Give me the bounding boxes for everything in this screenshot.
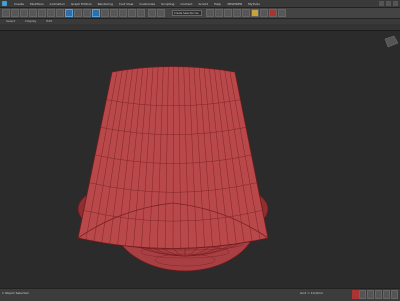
snap-toggle-icon[interactable] xyxy=(148,9,156,17)
close-icon[interactable] xyxy=(393,1,398,6)
schematic-view-icon[interactable] xyxy=(242,9,250,17)
align-icon[interactable] xyxy=(215,9,223,17)
link-icon[interactable] xyxy=(20,9,28,17)
window-crossing-icon[interactable] xyxy=(83,9,91,17)
grid-status: Grid = 10.0mm xyxy=(300,291,324,295)
mirror-icon[interactable] xyxy=(206,9,214,17)
named-selection-dropdown[interactable]: Create Selection Se xyxy=(172,10,202,16)
select-object-icon[interactable] xyxy=(56,9,64,17)
play-icon[interactable] xyxy=(375,290,382,299)
next-frame-icon[interactable] xyxy=(383,290,390,299)
menu-item-help[interactable]: Help xyxy=(214,2,221,6)
menu-item-arnold[interactable]: Arnold xyxy=(198,2,208,6)
render-setup-icon[interactable] xyxy=(260,9,268,17)
toolbar-snap-group xyxy=(148,9,165,17)
ribbon-panel xyxy=(0,24,400,31)
main-toolbar: Create Selection Se xyxy=(0,8,400,19)
reference-coord-icon[interactable] xyxy=(128,9,136,17)
menu-bar: Create Modifiers Animation Graph Editors Ren… xyxy=(0,0,400,8)
placement-icon[interactable] xyxy=(119,9,127,17)
toolbar-left-group xyxy=(2,9,145,17)
go-end-icon[interactable] xyxy=(391,290,398,299)
move-icon[interactable] xyxy=(92,9,100,17)
go-start-icon[interactable] xyxy=(359,290,366,299)
pivot-center-icon[interactable] xyxy=(137,9,145,17)
viewport-canvas xyxy=(77,35,399,272)
select-by-name-icon[interactable] xyxy=(65,9,73,17)
view-cube-icon[interactable] xyxy=(384,35,399,48)
menu-item-modifiers[interactable]: Modifiers xyxy=(30,2,44,6)
menu-items: Create Modifiers Animation Graph Editors Ren… xyxy=(14,0,260,7)
playback-controls xyxy=(359,290,398,299)
render-icon[interactable] xyxy=(278,9,286,17)
prev-frame-icon[interactable] xyxy=(367,290,374,299)
rotate-icon[interactable] xyxy=(101,9,109,17)
menu-item-rendering[interactable]: Rendering xyxy=(98,2,113,6)
lampshade-mesh xyxy=(77,66,269,251)
angle-snap-icon[interactable] xyxy=(157,9,165,17)
toolbar-right-group xyxy=(206,9,286,17)
redo-icon[interactable] xyxy=(11,9,19,17)
menu-item-mytools[interactable]: MyTools xyxy=(248,2,260,6)
perspective-viewport[interactable] xyxy=(0,31,400,288)
layer-explorer-icon[interactable] xyxy=(224,9,232,17)
maximize-icon[interactable] xyxy=(386,1,391,6)
window-controls xyxy=(379,1,398,6)
menu-item-graph-editors[interactable]: Graph Editors xyxy=(71,2,92,6)
menu-item-3dspider[interactable]: 3DSPIDER xyxy=(227,2,242,6)
select-filter-icon[interactable] xyxy=(47,9,55,17)
render-frame-icon[interactable] xyxy=(269,9,277,17)
menu-item-content[interactable]: Content xyxy=(180,2,192,6)
menu-item-civil-view[interactable]: Civil View xyxy=(119,2,133,6)
scale-icon[interactable] xyxy=(110,9,118,17)
menu-item-animation[interactable]: Animation xyxy=(50,2,65,6)
curve-editor-icon[interactable] xyxy=(233,9,241,17)
undo-icon[interactable] xyxy=(2,9,10,17)
status-bar: 1 Object Selected Grid = 10.0mm xyxy=(0,288,400,301)
app-logo-icon[interactable] xyxy=(2,1,7,6)
menu-item-scripting[interactable]: Scripting xyxy=(161,2,174,6)
menu-item-create[interactable]: Create xyxy=(14,2,24,6)
rect-selection-icon[interactable] xyxy=(74,9,82,17)
bind-space-warp-icon[interactable] xyxy=(38,9,46,17)
unlink-icon[interactable] xyxy=(29,9,37,17)
menu-item-customize[interactable]: Customize xyxy=(139,2,155,6)
minimize-icon[interactable] xyxy=(379,1,384,6)
material-editor-icon[interactable] xyxy=(251,9,259,17)
selection-status: 1 Object Selected xyxy=(2,291,29,295)
